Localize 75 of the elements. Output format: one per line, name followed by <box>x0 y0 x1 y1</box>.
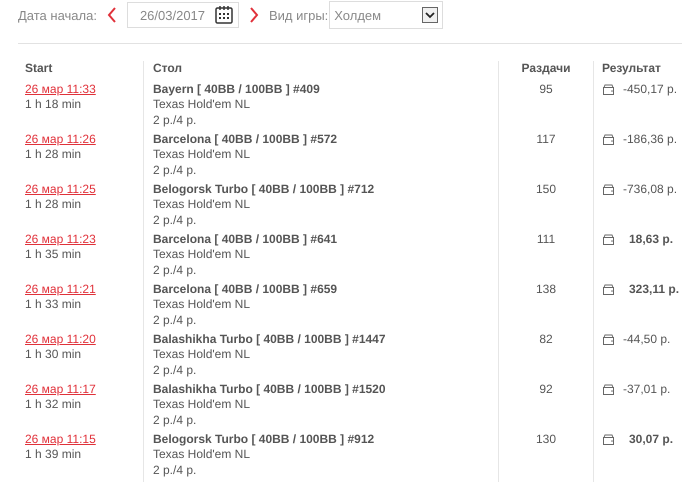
wallet-icon <box>602 334 615 346</box>
hands-count: 111 <box>536 232 556 246</box>
hands-count: 117 <box>536 132 556 146</box>
game-type-text: Texas Hold'em NL <box>153 297 250 312</box>
hands-count: 138 <box>536 282 556 296</box>
hands-count: 130 <box>536 432 556 446</box>
hands-count: 95 <box>539 82 553 96</box>
stakes-text: 2 р./4 р. <box>153 262 196 278</box>
result-amount: -186,36 р. <box>623 132 678 147</box>
table-name: Barcelona [ 40BB / 100BB ] #572 <box>153 132 338 147</box>
result-amount: -37,01 р. <box>623 382 670 397</box>
start-time-link[interactable]: 26 мар 11:25 <box>25 182 96 197</box>
stakes-text: 2 р./4 р. <box>153 362 196 378</box>
start-time-link[interactable]: 26 мар 11:33 <box>25 82 96 97</box>
result-amount: 30,07 р. <box>629 432 674 447</box>
column-header: Результат <box>602 61 661 76</box>
duration-text: 1 h 39 min <box>25 447 82 462</box>
table-name: Belogorsk Turbo [ 40BB / 100BB ] #912 <box>153 432 374 447</box>
table-name: Belogorsk Turbo [ 40BB / 100BB ] #712 <box>153 182 374 197</box>
result-amount: -450,17 р. <box>623 82 678 97</box>
date-field[interactable]: 26/03/2017 <box>126 2 239 28</box>
start-time-link[interactable]: 26 мар 11:21 <box>25 282 96 297</box>
hands-count: 82 <box>539 332 553 346</box>
chevron-left-icon[interactable] <box>106 7 117 23</box>
wallet-icon <box>602 434 615 446</box>
calendar-icon[interactable] <box>214 5 234 25</box>
game-type-label: Вид игры: <box>268 8 328 22</box>
hands-count: 150 <box>536 182 556 196</box>
date-label: Дата начала: <box>18 8 97 22</box>
game-type-text: Texas Hold'em NL <box>153 197 250 212</box>
wallet-icon <box>602 184 615 196</box>
wallet-icon <box>602 234 615 246</box>
result-amount: 323,11 р. <box>629 282 680 297</box>
duration-text: 1 h 18 min <box>25 97 82 112</box>
game-type-dropdown[interactable]: Холдем <box>329 1 444 29</box>
game-type-text: Texas Hold'em NL <box>153 347 250 362</box>
start-time-link[interactable]: 26 мар 11:17 <box>25 382 96 397</box>
table-name: Balashikha Turbo [ 40BB / 100BB ] #1447 <box>153 332 386 347</box>
stakes-text: 2 р./4 р. <box>153 312 196 328</box>
duration-text: 1 h 28 min <box>25 147 82 162</box>
column-header: Раздачи <box>522 61 570 75</box>
wallet-icon <box>602 134 615 146</box>
start-time-link[interactable]: 26 мар 11:23 <box>25 232 96 247</box>
game-type-text: Texas Hold'em NL <box>153 247 250 262</box>
wallet-icon <box>602 84 615 96</box>
start-time-link[interactable]: 26 мар 11:26 <box>25 132 96 147</box>
game-type-text: Texas Hold'em NL <box>153 397 250 412</box>
result-amount: -736,08 р. <box>623 182 678 197</box>
wallet-icon <box>602 384 615 396</box>
table-name: Bayern [ 40BB / 100BB ] #409 <box>153 82 320 97</box>
stakes-text: 2 р./4 р. <box>153 212 196 228</box>
table-name: Barcelona [ 40BB / 100BB ] #641 <box>153 232 338 247</box>
result-amount: -44,50 р. <box>623 332 670 347</box>
game-type-text: Texas Hold'em NL <box>153 447 250 462</box>
chevron-right-icon[interactable] <box>248 7 259 23</box>
start-time-link[interactable]: 26 мар 11:15 <box>25 432 96 447</box>
duration-text: 1 h 33 min <box>25 297 82 312</box>
duration-text: 1 h 28 min <box>25 197 82 212</box>
stakes-text: 2 р./4 р. <box>153 412 196 428</box>
table-name: Barcelona [ 40BB / 100BB ] #659 <box>153 282 338 297</box>
table-name: Balashikha Turbo [ 40BB / 100BB ] #1520 <box>153 382 386 397</box>
duration-text: 1 h 32 min <box>25 397 82 412</box>
game-type-text: Texas Hold'em NL <box>153 147 250 162</box>
duration-text: 1 h 35 min <box>25 247 82 262</box>
result-amount: 18,63 р. <box>629 232 674 247</box>
start-time-link[interactable]: 26 мар 11:20 <box>25 332 96 347</box>
hands-count: 92 <box>539 382 553 396</box>
game-type-text: Texas Hold'em NL <box>153 97 250 112</box>
duration-text: 1 h 30 min <box>25 347 82 362</box>
stakes-text: 2 р./4 р. <box>153 462 196 478</box>
column-header: Start <box>25 61 52 75</box>
column-header: Стол <box>153 61 182 75</box>
stakes-text: 2 р./4 р. <box>153 162 196 178</box>
stakes-text: 2 р./4 р. <box>153 112 196 128</box>
wallet-icon <box>602 284 615 296</box>
